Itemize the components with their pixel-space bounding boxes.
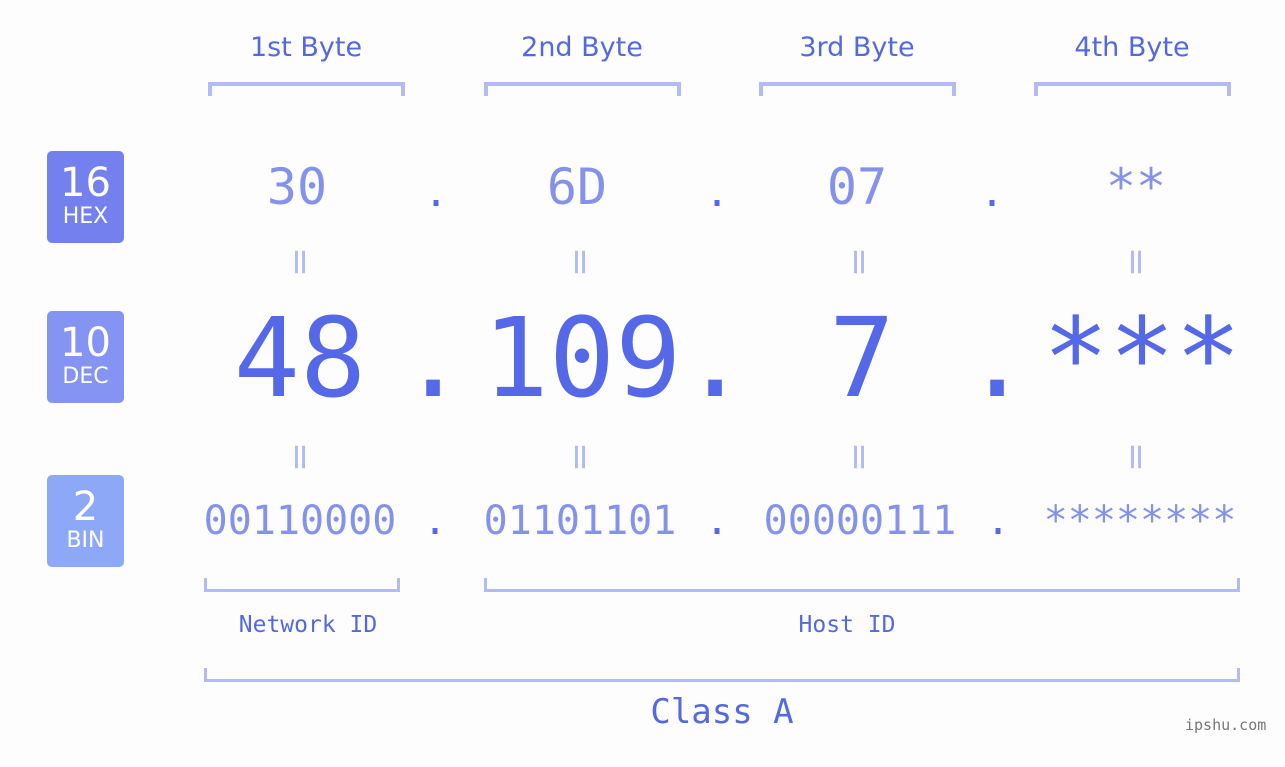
dec-badge: 10 DEC bbox=[47, 311, 124, 403]
host-id-label: Host ID bbox=[798, 612, 896, 638]
bin-badge: 2 BIN bbox=[47, 475, 124, 567]
equals-icon: = bbox=[1115, 246, 1157, 278]
hex-badge-label: HEX bbox=[62, 204, 109, 229]
byte-bracket-2 bbox=[484, 82, 681, 96]
hex-byte-3: 07 bbox=[826, 158, 888, 216]
byte-header-2: 2nd Byte bbox=[521, 32, 643, 63]
equals-icon: = bbox=[838, 246, 880, 278]
equals-icon: = bbox=[1115, 441, 1157, 473]
watermark: ipshu.com bbox=[1185, 716, 1267, 734]
dec-badge-label: DEC bbox=[62, 364, 109, 389]
dec-badge-base: 10 bbox=[60, 320, 111, 366]
equals-icon: = bbox=[279, 246, 321, 278]
byte-bracket-3 bbox=[759, 82, 956, 96]
equals-icon: = bbox=[838, 441, 880, 473]
class-bracket bbox=[204, 668, 1240, 682]
hex-byte-4: ** bbox=[1105, 158, 1167, 216]
equals-icon: = bbox=[559, 246, 601, 278]
host-id-bracket bbox=[484, 578, 1240, 592]
byte-header-4: 4th Byte bbox=[1074, 32, 1190, 63]
dec-dot-1: . bbox=[400, 294, 467, 422]
bin-dot-1: . bbox=[423, 498, 448, 544]
network-id-bracket bbox=[204, 578, 400, 592]
bin-badge-base: 2 bbox=[72, 484, 99, 530]
hex-byte-1: 30 bbox=[266, 158, 328, 216]
bin-badge-label: BIN bbox=[66, 528, 105, 553]
hex-dot-1: . bbox=[424, 170, 449, 216]
hex-badge-base: 16 bbox=[60, 160, 111, 206]
hex-byte-2: 6D bbox=[546, 158, 608, 216]
bin-byte-3: 00000111 bbox=[763, 498, 957, 544]
dec-byte-2: 109 bbox=[482, 294, 682, 422]
network-id-label: Network ID bbox=[238, 612, 378, 638]
byte-bracket-4 bbox=[1034, 82, 1231, 96]
bin-dot-2: . bbox=[705, 498, 730, 544]
equals-icon: = bbox=[559, 441, 601, 473]
dec-dot-2: . bbox=[682, 294, 749, 422]
dec-byte-3: 7 bbox=[828, 294, 896, 422]
dec-dot-3: . bbox=[964, 294, 1031, 422]
byte-bracket-1 bbox=[208, 82, 405, 96]
bin-byte-1: 00110000 bbox=[203, 498, 397, 544]
equals-icon: = bbox=[279, 441, 321, 473]
bin-byte-2: 01101101 bbox=[483, 498, 677, 544]
hex-dot-3: . bbox=[980, 170, 1005, 216]
dec-byte-1: 48 bbox=[233, 294, 367, 422]
dec-byte-4: *** bbox=[1042, 294, 1242, 422]
byte-header-1: 1st Byte bbox=[249, 32, 363, 63]
hex-dot-2: . bbox=[705, 170, 730, 216]
byte-header-3: 3rd Byte bbox=[799, 32, 915, 63]
bin-dot-3: . bbox=[986, 498, 1011, 544]
bin-byte-4: ******** bbox=[1043, 498, 1237, 544]
class-label: Class A bbox=[650, 692, 794, 732]
hex-badge: 16 HEX bbox=[47, 151, 124, 243]
